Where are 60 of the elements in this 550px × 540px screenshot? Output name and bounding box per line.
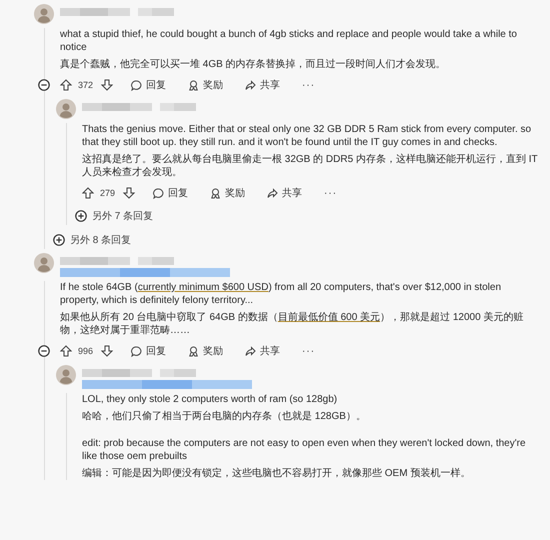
reply-button[interactable]: 回复 [127, 76, 170, 94]
comment-text: what a stupid thief, he could bought a bunch of 4gb sticks and replace and people would take a while to notice [60, 28, 518, 54]
comment-text: Thats the genius move. Either that or steal only one 32 GB DDR 5 Ram stick from every computer. so that they still boot up. they still run. and it won't be found until the IT guy comes in and checks. [82, 123, 532, 149]
share-icon [245, 346, 256, 356]
avatar[interactable] [34, 253, 54, 273]
share-icon [267, 188, 278, 198]
blurred-timestamp [160, 103, 196, 111]
avatar[interactable] [34, 4, 54, 24]
share-button[interactable]: 共享 [263, 184, 306, 202]
avatar[interactable] [56, 99, 76, 119]
collapse-icon[interactable] [38, 79, 50, 91]
comment-text: 真是个蠢贼，他完全可以买一堆 4GB 的内存条替换掉，而且过一段时间人们才会发现。 [60, 58, 447, 71]
downvote-icon[interactable] [101, 345, 114, 357]
reply-button[interactable]: 回复 [127, 342, 170, 360]
share-icon [245, 80, 256, 90]
link[interactable]: currently minimum $600 USD [138, 282, 268, 293]
upvote-icon[interactable] [60, 79, 72, 91]
more-replies-link[interactable]: 另外 8 条回复 [53, 231, 132, 249]
comment-text: LOL, they only stole 2 computers worth of ram (so 128gb) [82, 393, 338, 406]
award-button[interactable]: 奖励 [206, 184, 250, 202]
award-button[interactable]: 奖励 [184, 76, 228, 94]
share-button[interactable]: 共享 [241, 342, 284, 360]
comment-icon [131, 346, 142, 356]
more-button[interactable]: ··· [298, 344, 320, 358]
vote-count: 279 [100, 188, 116, 198]
blurred-timestamp [160, 369, 196, 377]
comment-text: 哈哈，他们只偷了相当于两台电脑的内存条（也就是 128GB）。 [82, 410, 367, 423]
upvote-icon[interactable] [82, 187, 94, 199]
blurred-username [60, 8, 130, 16]
comment-icon [131, 80, 142, 90]
comment-text: 编辑：可能是因为即便没有锁定，这些电脑也不容易打开，就像那些 OEM 预装机一样。 [82, 467, 472, 480]
share-button[interactable]: 共享 [241, 76, 284, 94]
comment-text: If he stole 64GB (currently minimum $600 USD) from all 20 computers, that's over $12,000 in stolen property, which is definitely felony territory... [60, 281, 502, 307]
link[interactable]: 目前最低价值 600 美元 [278, 312, 380, 323]
comment-text: edit: prob because the computers are not easy to open even when they weren't locked down, they're like those oem prebuilts [82, 437, 527, 463]
reply-button[interactable]: 回复 [149, 184, 192, 202]
vote-count: 996 [78, 346, 94, 356]
blurred-timestamp [138, 257, 174, 265]
downvote-icon[interactable] [123, 187, 136, 199]
comment-icon [153, 188, 164, 198]
avatar[interactable] [56, 365, 76, 385]
blurred-username [82, 369, 152, 377]
comment-text: 这招真是绝了。要么就从每台电脑里偷走一根 32GB 的 DDR5 内存条，这样电脑还能开机运行，直到 IT 人员来检查才会发现。 [82, 153, 538, 179]
award-icon [188, 346, 200, 356]
blurred-username [82, 103, 152, 111]
award-icon [210, 188, 222, 198]
more-button[interactable]: ··· [320, 186, 342, 200]
downvote-icon[interactable] [101, 79, 114, 91]
expand-icon [53, 234, 65, 246]
vote-count: 372 [78, 80, 94, 90]
comment-text: 如果他从所有 20 台电脑中窃取了 64GB 的数据（目前最低价值 600 美元），那就是超过 12000 美元的赃物，这绝对属于重罪范畴…… [60, 311, 524, 337]
blurred-username [60, 257, 130, 265]
more-button[interactable]: ··· [298, 78, 320, 92]
award-icon [188, 80, 200, 90]
upvote-icon[interactable] [60, 345, 72, 357]
award-button[interactable]: 奖励 [184, 342, 228, 360]
expand-icon [75, 210, 87, 222]
collapse-icon[interactable] [38, 345, 50, 357]
more-replies-link[interactable]: 另外 7 条回复 [75, 207, 154, 225]
blurred-timestamp [138, 8, 174, 16]
